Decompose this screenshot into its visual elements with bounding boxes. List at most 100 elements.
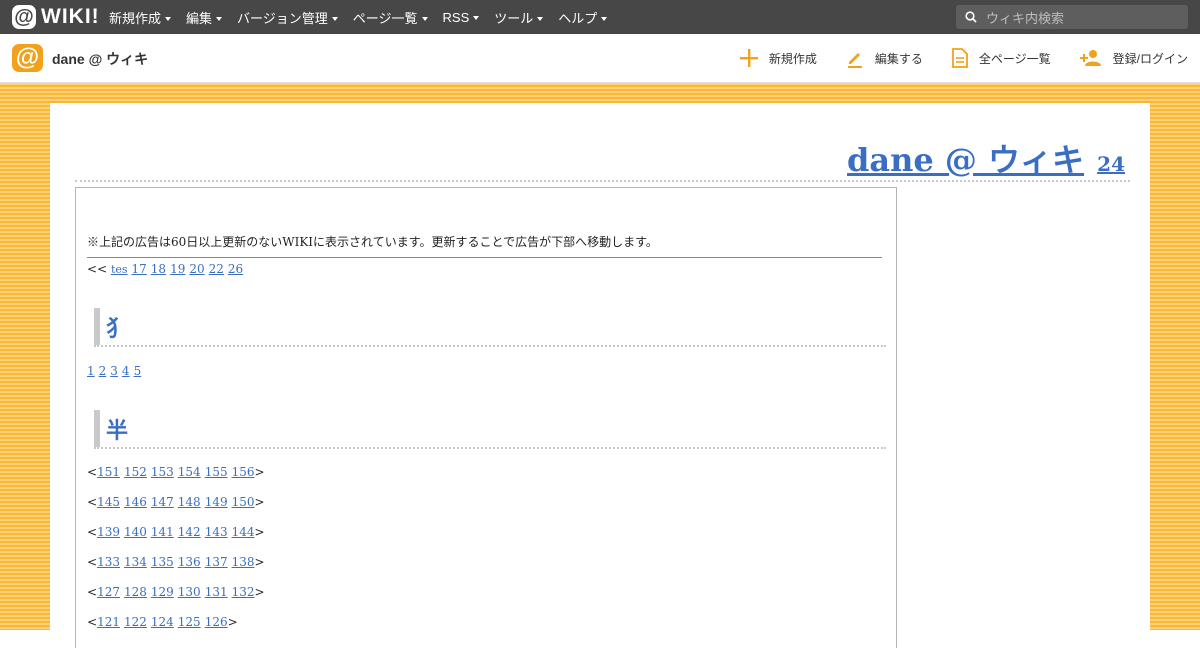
page-link[interactable]: tes (111, 263, 128, 276)
page-link[interactable]: 145 (97, 495, 120, 509)
page-link[interactable]: 20 (189, 262, 204, 276)
nav-label: 編集 (186, 10, 213, 26)
pencil-icon (847, 53, 862, 68)
new-page-button[interactable]: 新規作成 (739, 48, 817, 68)
page-link[interactable]: 146 (124, 495, 147, 509)
caret-down-icon (601, 16, 608, 21)
page-link[interactable]: 133 (97, 555, 120, 569)
page-link[interactable]: 124 (151, 615, 174, 629)
caret-down-icon (216, 16, 223, 21)
site-header: @ dane @ ウィキ 新規作成 編集する 全ページ一覧 登録/ログイン (0, 34, 1200, 83)
site-actions: 新規作成 編集する 全ページ一覧 登録/ログイン (711, 34, 1188, 82)
global-nav: 新規作成 編集 バージョン管理 ページ一覧 RSS ツール ヘルプ (109, 0, 622, 34)
page-link[interactable]: 132 (232, 585, 255, 599)
page-link[interactable]: 135 (151, 555, 174, 569)
wiki-count-link[interactable]: 24 (1097, 152, 1125, 176)
nav-label: ツール (494, 10, 534, 26)
page-link[interactable]: 136 (178, 555, 201, 569)
line-suffix: > (254, 465, 265, 479)
page-link[interactable]: 147 (151, 495, 174, 509)
action-label: 全ページ一覧 (978, 51, 1051, 66)
page-link[interactable]: 126 (205, 615, 228, 629)
nav-help[interactable]: ヘルプ (558, 8, 608, 27)
ad-notice: ※上記の広告は60日以上更新のないWIKIに表示されています。更新することで広告… (87, 233, 882, 258)
nav-label: ヘルプ (558, 10, 598, 26)
page-title-row: dane @ ウィキ 24 (75, 135, 1130, 182)
page-link[interactable]: 127 (97, 585, 120, 599)
search-icon[interactable] (965, 11, 977, 23)
caret-down-icon (473, 15, 480, 20)
action-label: 編集する (874, 51, 923, 66)
page-link[interactable]: 122 (124, 615, 147, 629)
page-container: dane @ ウィキ 24 ※上記の広告は60日以上更新のないWIKIに表示され… (50, 103, 1150, 648)
page-link[interactable]: 22 (209, 262, 224, 276)
nav-label: 新規作成 (109, 10, 162, 26)
action-label: 登録/ログイン (1112, 51, 1188, 66)
page-link[interactable]: 151 (97, 465, 120, 479)
section-heading-text: 犭 (106, 317, 129, 342)
caret-down-icon (165, 16, 172, 21)
page-link[interactable]: 152 (124, 465, 147, 479)
line-prefix: < (87, 495, 98, 509)
line-suffix: > (227, 615, 238, 629)
main-content: ※上記の広告は60日以上更新のないWIKIに表示されています。更新することで広告… (75, 187, 897, 648)
page-link[interactable]: 3 (110, 364, 118, 378)
page-link[interactable]: 134 (124, 555, 147, 569)
page-link[interactable]: 1 (87, 364, 95, 378)
page-link[interactable]: 142 (178, 525, 201, 539)
page-link[interactable]: 18 (151, 262, 166, 276)
section-heading: 半 (94, 410, 886, 449)
search-input[interactable] (984, 7, 1183, 29)
page-link[interactable]: 149 (205, 495, 228, 509)
line-suffix: > (254, 495, 265, 509)
page-link[interactable]: 4 (122, 364, 130, 378)
global-header: @ WIKI! 新規作成 編集 バージョン管理 ページ一覧 RSS ツール ヘル… (0, 0, 1200, 34)
page-link[interactable]: 137 (205, 555, 228, 569)
page-link[interactable]: 138 (232, 555, 255, 569)
page-link[interactable]: 19 (170, 262, 185, 276)
page-nav-line: << tes 17 18 19 20 22 26 (87, 262, 247, 276)
page-link[interactable]: 154 (178, 465, 201, 479)
at-icon: @ (12, 5, 36, 29)
line-prefix: < (87, 555, 98, 569)
page-link[interactable]: 2 (99, 364, 107, 378)
page-link[interactable]: 5 (134, 364, 142, 378)
all-pages-button[interactable]: 全ページ一覧 (951, 48, 1051, 68)
page-link[interactable]: 125 (178, 615, 201, 629)
page-link[interactable]: 128 (124, 585, 147, 599)
edit-page-button[interactable]: 編集する (845, 48, 923, 68)
line-suffix: > (254, 585, 265, 599)
nav-tools[interactable]: ツール (494, 8, 544, 27)
page-link[interactable]: 156 (232, 465, 255, 479)
page-link[interactable]: 140 (124, 525, 147, 539)
nav-rss[interactable]: RSS (443, 10, 480, 25)
page-link[interactable]: 129 (151, 585, 174, 599)
nav-new[interactable]: 新規作成 (109, 8, 172, 27)
nav-version[interactable]: バージョン管理 (237, 8, 338, 27)
page-link[interactable]: 139 (97, 525, 120, 539)
nav-label: ページ一覧 (352, 10, 418, 26)
caret-down-icon (537, 16, 544, 21)
page-link[interactable]: 141 (151, 525, 174, 539)
page-link[interactable]: 143 (205, 525, 228, 539)
nav-edit[interactable]: 編集 (186, 8, 223, 27)
nav-page-list[interactable]: ページ一覧 (353, 8, 428, 27)
line-prefix: < (87, 585, 98, 599)
wiki-title-link[interactable]: dane @ ウィキ (847, 141, 1084, 179)
page-link[interactable]: 144 (232, 525, 255, 539)
heading-bar (94, 410, 100, 447)
register-login-button[interactable]: 登録/ログイン (1079, 49, 1188, 67)
page-link[interactable]: 130 (178, 585, 201, 599)
page-link[interactable]: 148 (178, 495, 201, 509)
site-logo-icon[interactable]: @ (12, 44, 43, 72)
site-name[interactable]: dane @ ウィキ (52, 49, 148, 69)
page-link[interactable]: 131 (205, 585, 228, 599)
page-link[interactable]: 121 (97, 615, 120, 629)
page-link[interactable]: 153 (151, 465, 174, 479)
page-link[interactable]: 155 (205, 465, 228, 479)
page-link[interactable]: 17 (132, 262, 147, 276)
line-prefix: < (87, 525, 98, 539)
atwiki-logo[interactable]: @ WIKI! (12, 5, 100, 29)
page-link[interactable]: 26 (228, 262, 243, 276)
page-link[interactable]: 150 (232, 495, 255, 509)
